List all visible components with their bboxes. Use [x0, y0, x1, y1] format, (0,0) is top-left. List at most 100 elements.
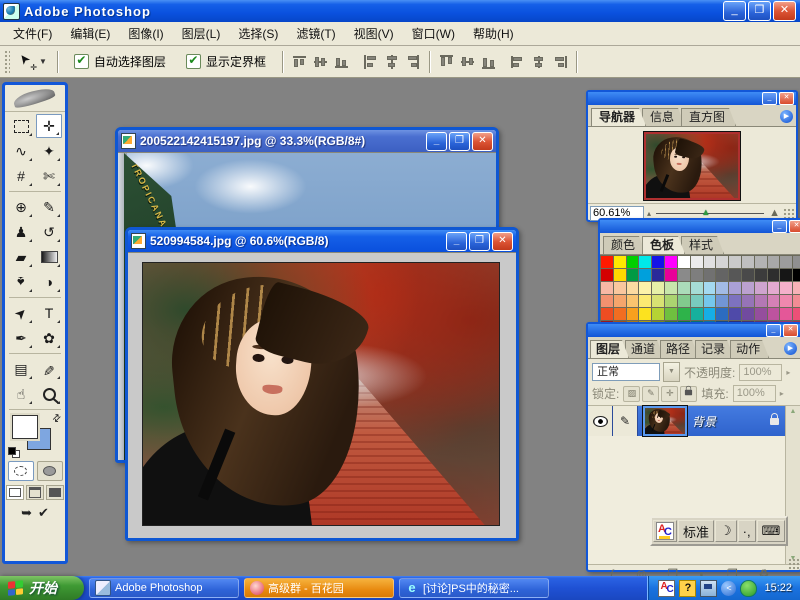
navigator-menu-icon[interactable]: ▶	[780, 110, 793, 123]
blend-mode-dropdown-icon[interactable]: ▼	[663, 362, 680, 382]
tray-collapse-icon[interactable]: <	[721, 581, 736, 596]
eraser-tool[interactable]: ▰	[8, 245, 34, 269]
doc2-maximize-button[interactable]: ❐	[469, 232, 490, 251]
doc1-minimize-button[interactable]: _	[426, 132, 447, 151]
menu-item-3[interactable]: 图层(L)	[173, 22, 230, 45]
swatch-1-5[interactable]	[665, 269, 677, 281]
swatch-1-13[interactable]	[768, 269, 780, 281]
tab-styles[interactable]: 样式	[681, 236, 724, 254]
menu-item-0[interactable]: 文件(F)	[4, 22, 61, 45]
standard-screen-mode-button[interactable]	[6, 485, 24, 500]
align-horizontal-centers-icon[interactable]	[383, 54, 400, 70]
layer-name[interactable]: 背景	[692, 413, 770, 430]
doc2-canvas[interactable]	[128, 252, 516, 538]
align-top-edges-icon[interactable]	[291, 54, 308, 70]
swatch-3-4[interactable]	[652, 295, 664, 307]
align-bottom-edges-icon[interactable]	[333, 54, 350, 70]
app-maximize-button[interactable]: ❐	[748, 1, 771, 21]
swatch-4-0[interactable]	[601, 308, 613, 320]
auto-select-layer-checkbox[interactable]: ✔ 自动选择图层	[74, 53, 166, 70]
align-vertical-centers-icon[interactable]	[312, 54, 329, 70]
swatch-0-14[interactable]	[780, 256, 792, 268]
swatch-3-9[interactable]	[716, 295, 728, 307]
tab-navigator[interactable]: 导航器	[591, 108, 646, 126]
distribute-vertical-centers-icon[interactable]	[459, 54, 476, 70]
tray-network-icon[interactable]	[700, 580, 717, 597]
menu-item-7[interactable]: 窗口(W)	[403, 22, 464, 45]
navigator-palette[interactable]: _ ✕ 导航器 信息 直方图 ▶ 60.61% ▴	[586, 90, 798, 222]
tab-paths[interactable]: 路径	[660, 340, 699, 358]
tray-qq-icon[interactable]	[740, 580, 757, 597]
menu-item-8[interactable]: 帮助(H)	[464, 22, 523, 45]
tab-layers[interactable]: 图层	[590, 340, 629, 358]
layers-palette[interactable]: _ ✕ 图层 通道 路径 记录 动作 ▶ 正常 ▼ 不透明度: 100% ▸ 锁…	[586, 322, 800, 572]
menu-item-4[interactable]: 选择(S)	[229, 22, 287, 45]
distribute-bottom-edges-icon[interactable]	[480, 54, 497, 70]
slice-tool[interactable]: ✄	[36, 164, 62, 188]
doc1-close-button[interactable]: ✕	[472, 132, 493, 151]
swatch-3-1[interactable]	[614, 295, 626, 307]
navigator-titlebar[interactable]: _ ✕	[588, 92, 796, 105]
swatch-3-7[interactable]	[691, 295, 703, 307]
distribute-right-edges-icon[interactable]	[551, 54, 568, 70]
type-tool[interactable]: T	[36, 301, 62, 325]
doc2-close-button[interactable]: ✕	[492, 232, 513, 251]
zoom-tool[interactable]	[36, 382, 62, 406]
swatch-3-6[interactable]	[678, 295, 690, 307]
swatches-minimize-button[interactable]: _	[772, 220, 787, 233]
menu-item-2[interactable]: 图像(I)	[119, 22, 172, 45]
magic-wand-tool[interactable]: ✦	[36, 139, 62, 163]
standard-mode-button[interactable]	[8, 461, 34, 481]
task-photoshop[interactable]: Adobe Photoshop	[89, 578, 239, 598]
swatches-close-button[interactable]: ✕	[789, 220, 800, 233]
swatch-0-4[interactable]	[652, 256, 664, 268]
tab-actions[interactable]: 动作	[730, 340, 769, 358]
swatch-0-13[interactable]	[768, 256, 780, 268]
fullscreen-mode-button[interactable]	[46, 485, 64, 500]
swatch-3-14[interactable]	[780, 295, 792, 307]
swatch-2-13[interactable]	[768, 282, 780, 294]
swatch-1-7[interactable]	[691, 269, 703, 281]
toolbox-check-icon[interactable]: ✔	[38, 505, 49, 521]
swatch-4-5[interactable]	[665, 308, 677, 320]
swatch-4-3[interactable]	[639, 308, 651, 320]
swatch-0-15[interactable]	[793, 256, 800, 268]
blend-mode-select[interactable]: 正常	[592, 363, 660, 381]
swatch-1-4[interactable]	[652, 269, 664, 281]
swatch-0-10[interactable]	[729, 256, 741, 268]
swatch-3-11[interactable]	[742, 295, 754, 307]
swatch-1-11[interactable]	[742, 269, 754, 281]
tray-ime-icon[interactable]: AC	[658, 580, 675, 597]
swatch-2-5[interactable]	[665, 282, 677, 294]
ime-logo-button[interactable]: AC	[653, 520, 677, 542]
layers-close-button[interactable]: ✕	[783, 324, 798, 337]
swatch-2-15[interactable]	[793, 282, 800, 294]
layer-visibility-cell[interactable]	[588, 406, 613, 436]
doc1-maximize-button[interactable]: ❐	[449, 132, 470, 151]
app-close-button[interactable]: ✕	[773, 1, 796, 21]
tab-history[interactable]: 记录	[695, 340, 734, 358]
lock-all-icon[interactable]	[680, 386, 697, 402]
lock-image-icon[interactable]: ✎	[642, 386, 659, 402]
navigator-close-button[interactable]: ✕	[779, 92, 794, 105]
swatches-palette[interactable]: _ ✕ 颜色 色板 样式	[598, 218, 800, 326]
align-right-edges-icon[interactable]	[404, 54, 421, 70]
swatch-1-14[interactable]	[780, 269, 792, 281]
swatch-1-3[interactable]	[639, 269, 651, 281]
lock-transparency-icon[interactable]: ▨	[623, 386, 640, 402]
lasso-tool[interactable]: ∿	[8, 139, 34, 163]
swatch-2-11[interactable]	[742, 282, 754, 294]
opacity-field[interactable]: 100%	[739, 364, 782, 381]
layer-thumbnail[interactable]	[643, 406, 687, 436]
swatch-1-12[interactable]	[755, 269, 767, 281]
swatch-4-8[interactable]	[704, 308, 716, 320]
swatch-3-10[interactable]	[729, 295, 741, 307]
notes-tool[interactable]: ▤	[8, 357, 34, 381]
swap-colors-icon[interactable]: ⇄	[50, 412, 64, 426]
swatch-0-3[interactable]	[639, 256, 651, 268]
fullscreen-with-menu-button[interactable]	[26, 485, 44, 500]
eye-icon[interactable]	[593, 416, 608, 427]
swatch-4-6[interactable]	[678, 308, 690, 320]
distribute-horizontal-centers-icon[interactable]	[530, 54, 547, 70]
doc2-titlebar[interactable]: 520994584.jpg @ 60.6%(RGB/8) _ ❐ ✕	[128, 230, 516, 252]
